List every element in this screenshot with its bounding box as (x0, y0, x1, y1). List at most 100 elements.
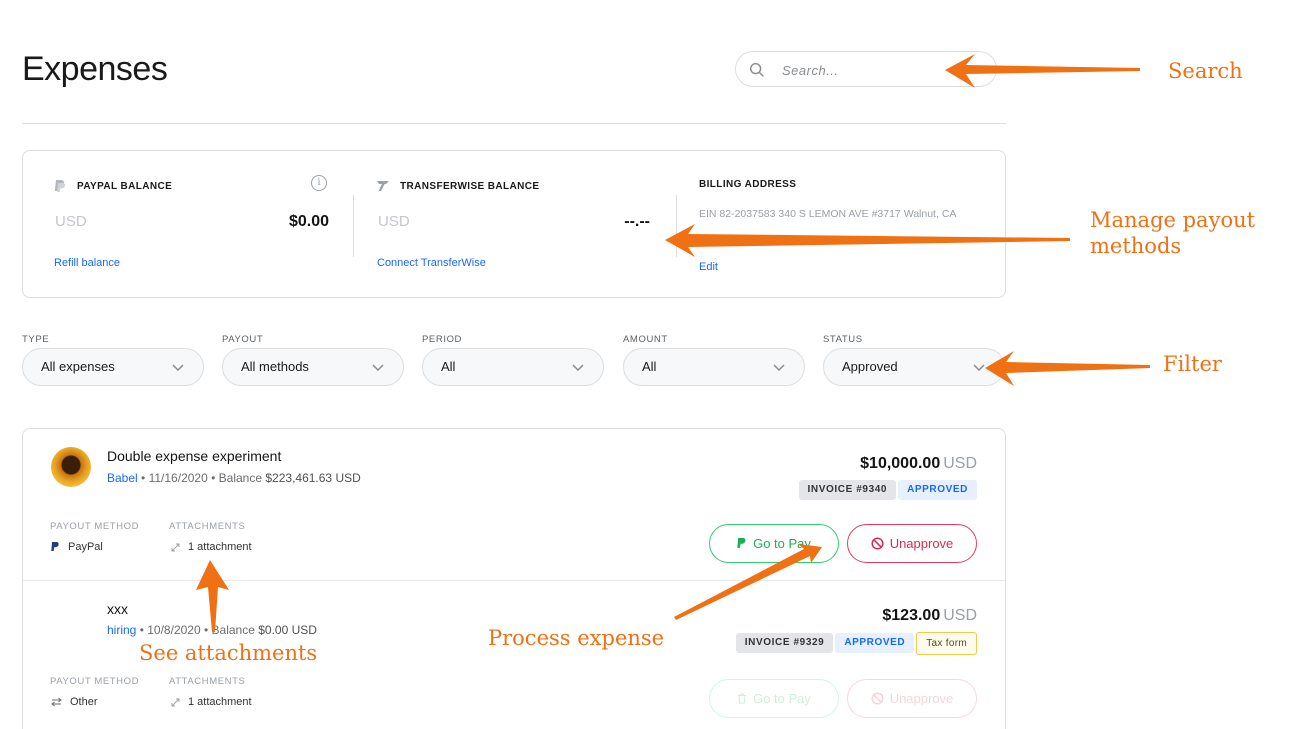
transferwise-balance-label: TRANSFERWISE BALANCE (400, 180, 540, 192)
annotation-payout-line1: Manage payout (1090, 208, 1256, 232)
tax-form-badge[interactable]: Tax form (916, 632, 977, 655)
attachments-link[interactable]: 1 attachment (188, 541, 252, 553)
chevron-down-icon (572, 364, 584, 372)
transferwise-balance: TRANSFERWISE BALANCE USD --.-- Connect T… (376, 151, 652, 297)
attachments-label: ATTACHMENTS (169, 521, 246, 532)
annotation-filter: Filter (1163, 352, 1222, 376)
attachments[interactable]: 1 attachment (171, 696, 252, 708)
filter-payout-value: All methods (241, 359, 309, 374)
edit-billing-link[interactable]: Edit (699, 261, 718, 273)
balance-label: Balance (211, 623, 255, 637)
filter-type-value: All expenses (41, 359, 115, 374)
balance-label: Balance (218, 471, 263, 485)
filter-payout-select[interactable]: All methods (222, 348, 404, 386)
chevron-down-icon (372, 364, 384, 372)
filter-period: PERIOD All (422, 334, 604, 386)
filter-status-select[interactable]: Approved (823, 348, 1005, 386)
connect-transferwise-link[interactable]: Connect TransferWise (377, 257, 486, 269)
invoice-badge[interactable]: INVOICE #9340 (798, 480, 897, 500)
paypal-currency: USD (55, 213, 87, 230)
attachments[interactable]: 1 attachment (171, 541, 252, 553)
info-icon[interactable]: i (311, 175, 327, 191)
expense-item[interactable]: Double expense experiment Babel • 11/16/… (23, 429, 1005, 580)
collective-link[interactable]: hiring (107, 623, 136, 637)
go-to-pay-button[interactable]: Go to Pay (709, 524, 839, 563)
trash-icon (738, 693, 747, 704)
collective-balance: $223,461.63 USD (265, 471, 361, 485)
collective-balance: $0.00 USD (258, 623, 317, 637)
expense-date: 11/16/2020 (148, 471, 208, 485)
filter-type: TYPE All expenses (22, 334, 204, 386)
go-to-pay-label: Go to Pay (753, 691, 811, 706)
paypal-icon (54, 180, 66, 192)
payout-method: PayPal (51, 541, 103, 553)
unapprove-button[interactable]: Unapprove (847, 679, 977, 718)
status-badge: APPROVED (835, 633, 915, 653)
filter-status-label: STATUS (823, 334, 863, 345)
attachments-link[interactable]: 1 attachment (188, 696, 252, 708)
filter-period-value: All (441, 359, 456, 374)
balance-divider (676, 195, 677, 257)
payout-method-value: Other (70, 696, 98, 708)
expenses-list: Double expense experiment Babel • 11/16/… (22, 428, 1006, 729)
search-icon (749, 62, 764, 77)
balances-card: PAYPAL BALANCE i USD $0.00 Refill balanc… (22, 150, 1006, 298)
transfer-icon (51, 697, 62, 707)
filter-status: STATUS Approved (823, 334, 1005, 386)
arrow-filter (985, 351, 1150, 386)
header-divider (22, 123, 1006, 124)
payout-method-label: PAYOUT METHOD (50, 676, 140, 687)
unapprove-button[interactable]: Unapprove (847, 524, 977, 563)
filter-amount-select[interactable]: All (623, 348, 805, 386)
expense-tags: INVOICE #9329 APPROVED Tax form (735, 632, 977, 655)
invoice-badge[interactable]: INVOICE #9329 (735, 633, 834, 653)
expense-amount-value: $10,000.00 (860, 455, 941, 472)
expense-title[interactable]: xxx (107, 601, 128, 617)
expense-currency: USD (943, 607, 977, 624)
chevron-down-icon (172, 364, 184, 372)
go-to-pay-button[interactable]: Go to Pay (709, 679, 839, 718)
billing-address-label: BILLING ADDRESS (699, 179, 797, 190)
expense-currency: USD (943, 455, 977, 472)
page-title: Expenses (22, 50, 168, 88)
expense-date: 10/8/2020 (147, 623, 201, 637)
transferwise-currency: USD (378, 213, 410, 230)
paypal-balance: PAYPAL BALANCE i USD $0.00 Refill balanc… (53, 151, 329, 297)
search-box[interactable] (735, 51, 997, 87)
expense-amount-value: $123.00 (882, 607, 941, 624)
expense-meta: Babel • 11/16/2020 • Balance $223,461.63… (107, 471, 361, 485)
filter-amount-label: AMOUNT (623, 334, 668, 345)
search-input[interactable] (782, 60, 972, 80)
refill-balance-link[interactable]: Refill balance (54, 257, 120, 269)
expand-icon (171, 543, 180, 551)
annotation-search: Search (1168, 59, 1243, 83)
chevron-down-icon (973, 364, 985, 372)
billing-address-text: EIN 82-2037583 340 S LEMON AVE #3717 Wal… (699, 208, 956, 220)
ban-icon (871, 537, 884, 550)
collective-avatar[interactable] (51, 447, 91, 487)
chevron-down-icon (773, 364, 785, 372)
filter-period-select[interactable]: All (422, 348, 604, 386)
status-badge: APPROVED (898, 480, 977, 500)
annotation-process: Process expense (488, 626, 665, 650)
annotation-attachments: See attachments (139, 641, 318, 665)
filter-period-label: PERIOD (422, 334, 463, 345)
billing-address: BILLING ADDRESS EIN 82-2037583 340 S LEM… (699, 151, 989, 297)
filter-amount: AMOUNT All (623, 334, 805, 386)
go-to-pay-label: Go to Pay (753, 536, 811, 551)
expand-icon (171, 698, 180, 706)
filters-bar: TYPE All expenses PAYOUT All methods PER… (22, 334, 1006, 386)
filter-type-label: TYPE (22, 334, 50, 345)
filter-payout-label: PAYOUT (222, 334, 264, 345)
filter-status-value: Approved (842, 359, 898, 374)
collective-link[interactable]: Babel (107, 471, 138, 485)
payout-method-label: PAYOUT METHOD (50, 521, 140, 532)
filter-amount-value: All (642, 359, 657, 374)
annotation-payout-line2: methods (1090, 234, 1182, 258)
payout-method-value: PayPal (68, 541, 103, 553)
balance-divider (353, 195, 354, 257)
expense-tags: INVOICE #9340 APPROVED (798, 480, 977, 500)
filter-type-select[interactable]: All expenses (22, 348, 204, 386)
expense-title[interactable]: Double expense experiment (107, 448, 281, 464)
paypal-amount: $0.00 (288, 213, 329, 230)
